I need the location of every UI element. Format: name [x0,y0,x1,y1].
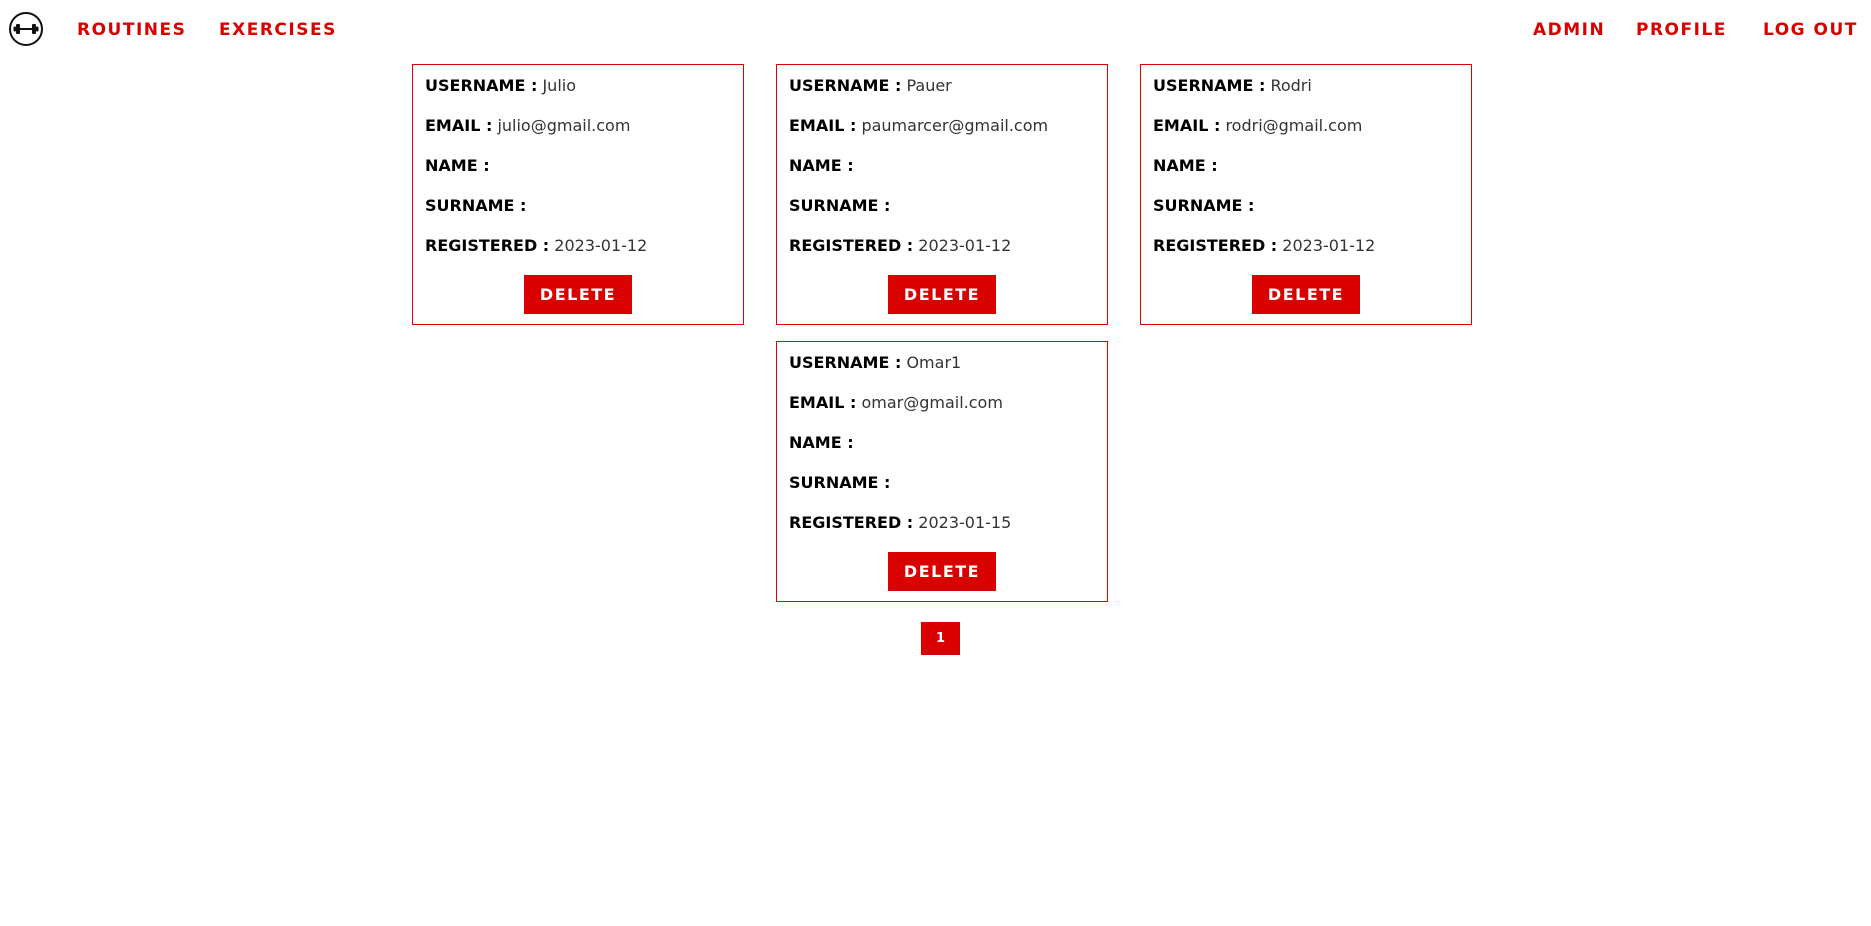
delete-button[interactable]: DELETE [1252,275,1360,314]
delete-button[interactable]: DELETE [524,275,632,314]
nav-link-admin[interactable]: ADMIN [1533,20,1605,40]
email-value: paumarcer@gmail.com [861,116,1049,135]
username-value: Omar1 [906,353,962,372]
email-label: EMAIL : [1153,116,1221,135]
registered-label: REGISTERED : [789,236,914,255]
surname-row: SURNAME : [425,195,731,235]
user-card: USERNAME : Pauer EMAIL : paumarcer@gmail… [776,64,1108,325]
dumbbell-icon[interactable] [9,12,43,46]
username-label: USERNAME : [1153,76,1266,95]
email-value: omar@gmail.com [861,393,1003,412]
name-label: NAME : [425,156,490,175]
user-card: USERNAME : Julio EMAIL : julio@gmail.com… [412,64,744,325]
name-label: NAME : [789,433,854,452]
nav-link-routines[interactable]: ROUTINES [77,20,186,40]
email-row: EMAIL : paumarcer@gmail.com [789,115,1095,155]
username-label: USERNAME : [789,76,902,95]
surname-label: SURNAME : [1153,196,1255,215]
username-row: USERNAME : Julio [425,75,731,115]
email-label: EMAIL : [425,116,493,135]
delete-button[interactable]: DELETE [888,552,996,591]
username-row: USERNAME : Omar1 [789,352,1095,392]
user-card: USERNAME : Omar1 EMAIL : omar@gmail.com … [776,341,1108,602]
dumbbell-icon-glyph [13,24,39,34]
registered-value: 2023-01-12 [554,236,648,255]
name-row: NAME : [425,155,731,195]
surname-label: SURNAME : [425,196,527,215]
pagination-page-1[interactable]: 1 [921,622,960,655]
registered-label: REGISTERED : [425,236,550,255]
email-value: rodri@gmail.com [1225,116,1363,135]
registered-value: 2023-01-12 [1282,236,1376,255]
registered-row: REGISTERED : 2023-01-12 [789,235,1095,275]
registered-value: 2023-01-12 [918,236,1012,255]
name-label: NAME : [789,156,854,175]
registered-label: REGISTERED : [789,513,914,532]
nav-link-log-out[interactable]: LOG OUT [1763,20,1858,40]
username-row: USERNAME : Rodri [1153,75,1459,115]
username-label: USERNAME : [789,353,902,372]
username-value: Julio [542,76,576,95]
username-value: Pauer [906,76,952,95]
username-value: Rodri [1270,76,1312,95]
registered-label: REGISTERED : [1153,236,1278,255]
email-value: julio@gmail.com [497,116,631,135]
registered-row: REGISTERED : 2023-01-15 [789,512,1095,552]
nav-link-profile[interactable]: PROFILE [1636,20,1727,40]
nav-link-exercises[interactable]: EXERCISES [219,20,337,40]
delete-button[interactable]: DELETE [888,275,996,314]
username-row: USERNAME : Pauer [789,75,1095,115]
surname-row: SURNAME : [789,472,1095,512]
surname-label: SURNAME : [789,473,891,492]
surname-label: SURNAME : [789,196,891,215]
surname-row: SURNAME : [789,195,1095,235]
email-label: EMAIL : [789,116,857,135]
name-row: NAME : [1153,155,1459,195]
registered-row: REGISTERED : 2023-01-12 [1153,235,1459,275]
email-row: EMAIL : omar@gmail.com [789,392,1095,432]
name-row: NAME : [789,432,1095,472]
user-card: USERNAME : Rodri EMAIL : rodri@gmail.com… [1140,64,1472,325]
navbar: ROUTINES EXERCISES ADMIN PROFILE LOG OUT [0,0,1871,60]
email-label: EMAIL : [789,393,857,412]
email-row: EMAIL : rodri@gmail.com [1153,115,1459,155]
name-row: NAME : [789,155,1095,195]
name-label: NAME : [1153,156,1218,175]
surname-row: SURNAME : [1153,195,1459,235]
email-row: EMAIL : julio@gmail.com [425,115,731,155]
registered-row: REGISTERED : 2023-01-12 [425,235,731,275]
registered-value: 2023-01-15 [918,513,1012,532]
username-label: USERNAME : [425,76,538,95]
